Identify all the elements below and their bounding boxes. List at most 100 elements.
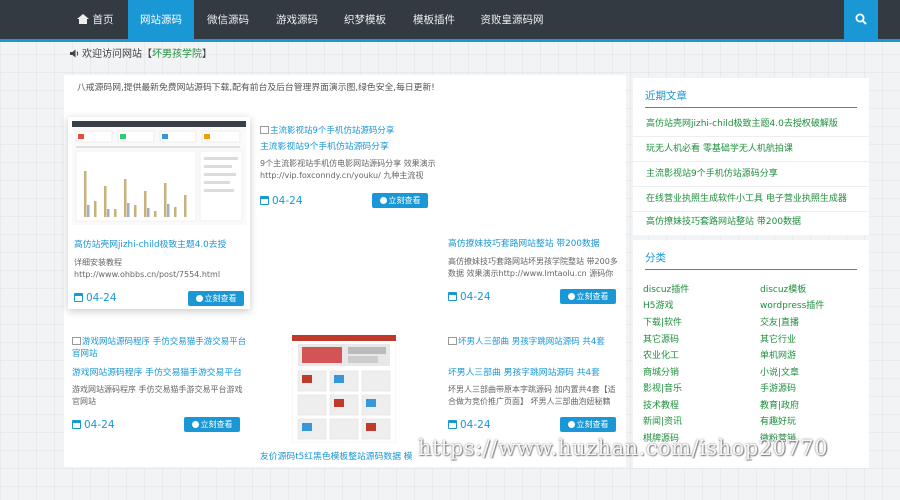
nav-label: 游戏源码 [276,14,318,26]
post-card: 友价源码t5红黑色模板整站源码数据 模 [256,331,438,467]
nav-home[interactable]: 首页 [64,0,126,39]
post-excerpt: 游戏网站源码程序 手仿交易猫手游交易平台游戏官网站 [72,385,243,406]
main-panel: 八戒源码网,提供最新免费网站源码下载,配有前台及后台管理界面演示图,绿色安全,每… [64,75,626,467]
search-button[interactable] [844,0,878,39]
calendar-icon [448,420,457,429]
nav-template-plugin[interactable]: 模板插件 [400,0,468,39]
recent-post-link[interactable]: 主流影视站9个手机仿站源码分享 [633,162,869,187]
calendar-icon [260,196,269,205]
post-date: 04-24 [72,419,115,431]
post-title[interactable]: 主流影视站9个手机仿站源码分享 [260,141,436,154]
view-button-label: 立刻查看 [576,292,609,301]
view-button[interactable]: 立刻查看 [372,193,428,208]
post-excerpt: 详细安装教程 http://www.ohbbs.cn/post/7554.htm… [74,258,221,279]
post-excerpt: 高仿撩妹技巧套路网站坏男孩学院整站 带200多数据 效果演示http://www… [448,257,618,278]
calendar-icon [72,420,81,429]
post-excerpt: 9个主流影视站手机仿电影网站源码分享 效果演示http://vip.foxcon… [260,159,436,180]
category-link[interactable]: wordpress插件 [760,298,824,311]
image-alt: 坏男人三部曲 男孩字跳网站源码 共4套 [458,337,605,347]
post-date-text: 04-24 [84,419,115,431]
nav-website-source[interactable]: 网站源码 [128,0,194,39]
view-button-label: 立刻查看 [204,294,237,303]
category-link[interactable]: 下载|软件 [643,315,682,328]
view-button[interactable]: 立刻查看 [560,289,616,304]
post-title[interactable]: 游戏网站源码程序 手仿交易猫手游交易平台 [72,367,248,380]
category-link[interactable]: 商城分销 [643,365,679,378]
image-alt: 游戏网站源码程序 手仿交易猫手游交易平台官网站 [72,337,247,359]
view-button-label: 立刻查看 [576,420,609,429]
nav-source-site[interactable]: 资败皇源码网 [470,0,554,39]
post-image[interactable]: 主流影视站9个手机仿站源码分享 [260,124,436,136]
post-card: 高仿撩妹技巧套路网站整站 带200数据 高仿撩妹技巧套路网站坏男孩学院整站 带2… [444,233,622,309]
watermark-text: https://www.huzhan.com/ishop20770 [418,436,829,460]
notice-highlight[interactable]: 坏男孩学院 [152,49,202,60]
categories-title: 分类 [645,252,666,264]
post-title[interactable]: 坏男人三部曲 男孩字跳网站源码 共4套 [448,367,620,380]
view-button-label: 立刻查看 [388,196,421,205]
category-link[interactable]: 新闻|资讯 [643,414,682,427]
calendar-icon [448,292,457,301]
calendar-icon [74,293,83,302]
nav-label: 资败皇源码网 [480,14,544,26]
post-date: 04-24 [260,195,303,207]
nav-label: 模板插件 [413,14,455,26]
category-link[interactable]: 其它源码 [643,332,679,345]
post-title[interactable]: 高仿站壳网jizhi-child极致主题4.0去授 [74,239,246,252]
category-link[interactable]: 有趣好玩 [760,414,796,427]
post-date: 04-24 [448,419,491,431]
category-link[interactable]: 手游源码 [760,381,796,394]
dashboard-thumbnail[interactable] [72,121,246,225]
category-link[interactable]: 教育|政府 [760,398,799,411]
nav-label: 微信源码 [207,14,249,26]
post-card: 坏男人三部曲 男孩字跳网站源码 共4套 坏男人三部曲 男孩字跳网站源码 共4套 … [444,333,622,437]
eye-icon [195,295,203,302]
shop-thumbnail[interactable] [292,335,396,443]
post-date: 04-24 [448,291,491,303]
broken-image-icon [72,337,81,345]
view-button-label: 立刻查看 [200,420,233,429]
post-date: 04-24 [74,292,117,304]
home-icon [76,14,89,24]
post-card: 游戏网站源码程序 手仿交易猫手游交易平台官网站 游戏网站源码程序 手仿交易猫手游… [68,333,250,437]
nav-dede-template[interactable]: 织梦模板 [332,0,398,39]
recent-post-link[interactable]: 玩无人机必看 零基础学无人机航拍课 [633,137,869,162]
post-image[interactable]: 游戏网站源码程序 手仿交易猫手游交易平台官网站 [72,336,248,362]
post-card: 高仿站壳网jizhi-child极致主题4.0去授 详细安装教程 http://… [68,117,250,309]
category-link[interactable]: 单机网游 [760,348,796,361]
post-title[interactable]: 高仿撩妹技巧套路网站整站 带200数据 [448,238,620,251]
post-image[interactable]: 坏男人三部曲 男孩字跳网站源码 共4套 [448,336,620,362]
recent-posts-title: 近期文章 [645,90,687,102]
search-icon [855,13,867,25]
category-link[interactable]: 其它行业 [760,332,796,345]
category-link[interactable]: 交友|直播 [760,315,799,328]
eye-icon [567,421,575,428]
category-link[interactable]: discuz模板 [760,282,806,295]
view-button[interactable]: 立刻查看 [188,291,244,306]
category-link[interactable]: discuz插件 [643,282,689,295]
view-button[interactable]: 立刻查看 [184,417,240,432]
category-link[interactable]: 影视|音乐 [643,381,682,394]
recent-post-link[interactable]: 高仿撩妹技巧套路网站整站 带200数据 [633,210,869,235]
post-title[interactable]: 友价源码t5红黑色模板整站源码数据 模 [260,451,436,464]
broken-image-icon [260,126,269,134]
category-link[interactable]: 技术教程 [643,398,679,411]
image-alt: 主流影视站9个手机仿站源码分享 [270,126,395,136]
category-link[interactable]: 小说|文章 [760,365,799,378]
nav-game-source[interactable]: 游戏源码 [264,0,330,39]
recent-post-link[interactable]: 在线营业执照生成软件小工具 电子营业执照生成器 [633,187,869,212]
view-button[interactable]: 立刻查看 [560,417,616,432]
speaker-icon [70,49,79,58]
nav-label: 织梦模板 [344,14,386,26]
recent-post-link[interactable]: 高仿站壳网jizhi-child极致主题4.0去授权破解版 [633,112,869,137]
eye-icon [567,293,575,300]
post-date-text: 04-24 [460,419,491,431]
nav-wechat-source[interactable]: 微信源码 [194,0,262,39]
eye-icon [379,197,387,204]
categories-box: 分类 discuz插件 discuz模板 H5游戏 wordpress插件 下载… [633,240,869,468]
category-link[interactable]: H5游戏 [643,298,674,311]
welcome-notice: 欢迎访问网站【坏男孩学院】 [70,47,212,63]
top-nav: 首页 网站源码 微信源码 游戏源码 织梦模板 模板插件 资败皇源码网 [0,0,900,42]
category-link[interactable]: 农业化工 [643,348,679,361]
broken-image-icon [448,337,457,345]
divider [645,269,857,270]
